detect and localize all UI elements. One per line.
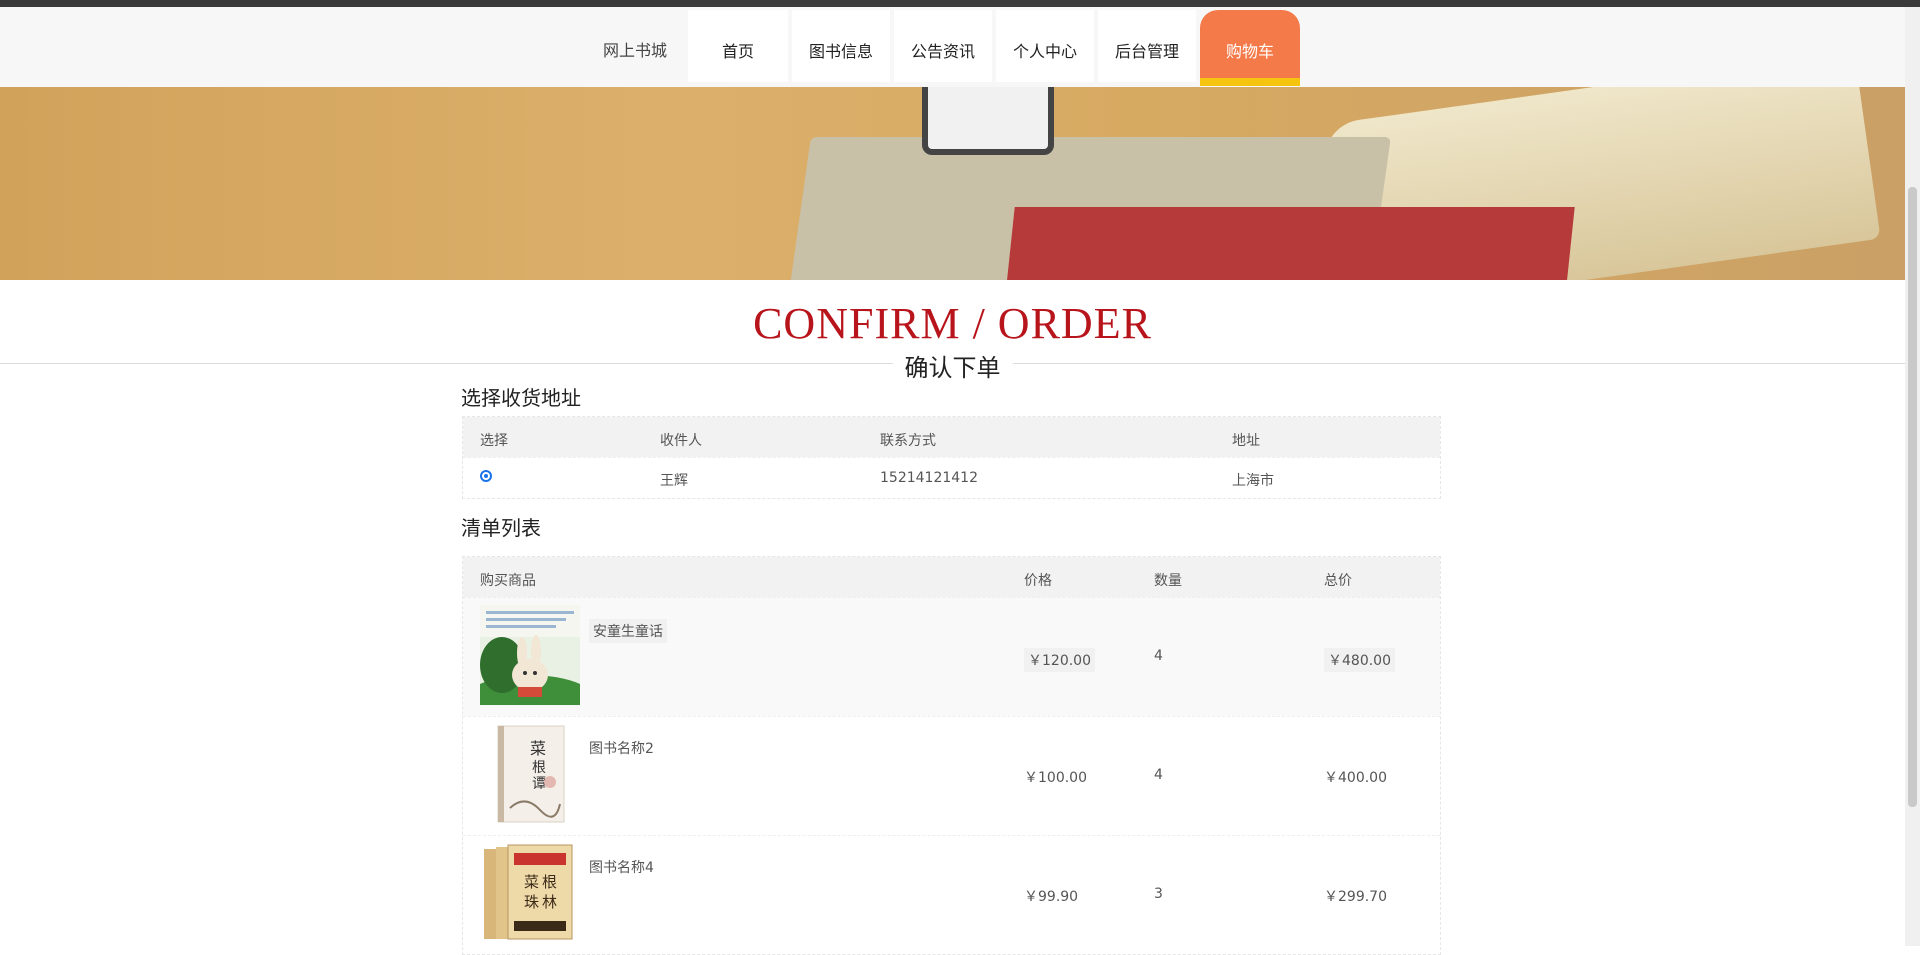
svg-text:珠: 珠 — [524, 893, 539, 911]
book-cover-rabbit-icon[interactable] — [480, 605, 580, 705]
order-list-table: 购买商品 价格 数量 总价 安童生童话 ￥120.00 4 ￥480.00 菜 … — [462, 556, 1441, 955]
address-col-phone: 联系方式 — [880, 433, 936, 449]
book-cover-set-icon[interactable]: 菜 根 珠 林 — [480, 843, 580, 943]
order-item-qty: 3 — [1154, 886, 1163, 902]
browser-top-strip — [0, 0, 1920, 7]
hero-banner — [0, 87, 1905, 280]
address-row[interactable]: 王辉 15214121412 上海市 — [463, 457, 1440, 498]
order-table-header: 购买商品 价格 数量 总价 — [463, 557, 1440, 597]
address-col-select: 选择 — [480, 433, 508, 449]
book-cover-white-icon[interactable]: 菜 根 谭 — [480, 724, 580, 824]
order-item-total: ￥400.00 — [1324, 770, 1387, 786]
nav-item-books[interactable]: 图书信息 — [792, 10, 890, 82]
page-scrollbar[interactable] — [1905, 7, 1920, 946]
order-item-total: ￥480.00 — [1324, 648, 1395, 672]
address-radio[interactable] — [480, 470, 492, 482]
nav-item-profile[interactable]: 个人中心 — [996, 10, 1094, 82]
banner-book-spine — [1005, 207, 1575, 280]
address-col-addr: 地址 — [1232, 433, 1260, 449]
order-row: 菜 根 谭 图书名称2 ￥100.00 4 ￥400.00 — [463, 716, 1440, 835]
scrollbar-thumb[interactable] — [1908, 187, 1917, 807]
order-item-name[interactable]: 安童生童话 — [589, 619, 667, 643]
order-item-total: ￥299.70 — [1324, 889, 1387, 905]
svg-text:谭: 谭 — [532, 776, 546, 792]
page-title-cn-text: 确认下单 — [892, 354, 1013, 382]
page-title-en: CONFIRM / ORDER — [753, 299, 1152, 348]
svg-text:林: 林 — [542, 893, 557, 911]
nav-item-news[interactable]: 公告资讯 — [894, 10, 992, 82]
order-item-qty: 4 — [1154, 648, 1163, 664]
address-recipient: 王辉 — [660, 473, 688, 489]
svg-text:根: 根 — [542, 873, 557, 891]
banner-object — [922, 87, 1054, 155]
order-item-price: ￥99.90 — [1024, 889, 1079, 905]
order-item-qty: 4 — [1154, 767, 1163, 783]
svg-text:根: 根 — [532, 760, 546, 776]
order-item-price: ￥120.00 — [1024, 648, 1095, 672]
order-row: 菜 根 珠 林 图书名称4 ￥99.90 3 ￥299.70 — [463, 835, 1440, 954]
navbar: 网上书城 首页 图书信息 公告资讯 个人中心 后台管理 购物车 — [0, 7, 1905, 88]
nav-item-home[interactable]: 首页 — [688, 10, 788, 82]
site-brand[interactable]: 网上书城 — [603, 37, 667, 61]
address-col-name: 收件人 — [660, 433, 702, 449]
nav-item-cart[interactable]: 购物车 — [1200, 10, 1300, 86]
order-col-price: 价格 — [1024, 573, 1052, 589]
order-col-total: 总价 — [1324, 573, 1352, 589]
order-item-name[interactable]: 图书名称2 — [589, 738, 654, 758]
order-col-item: 购买商品 — [480, 573, 536, 589]
order-item-price: ￥100.00 — [1024, 770, 1087, 786]
svg-text:菜: 菜 — [530, 739, 546, 758]
address-phone: 15214121412 — [880, 470, 978, 486]
address-table: 选择 收件人 联系方式 地址 王辉 15214121412 上海市 — [462, 416, 1441, 499]
order-item-name[interactable]: 图书名称4 — [589, 857, 654, 877]
svg-text:菜: 菜 — [524, 873, 539, 891]
nav-item-admin[interactable]: 后台管理 — [1098, 10, 1196, 82]
address-location: 上海市 — [1232, 473, 1274, 489]
order-col-qty: 数量 — [1154, 573, 1182, 589]
page-title-cn: 确认下单 — [0, 348, 1905, 383]
order-row: 安童生童话 ￥120.00 4 ￥480.00 — [463, 597, 1440, 716]
address-section-title: 选择收货地址 — [461, 386, 581, 410]
list-section-title: 清单列表 — [461, 516, 541, 540]
address-table-header: 选择 收件人 联系方式 地址 — [463, 417, 1440, 457]
